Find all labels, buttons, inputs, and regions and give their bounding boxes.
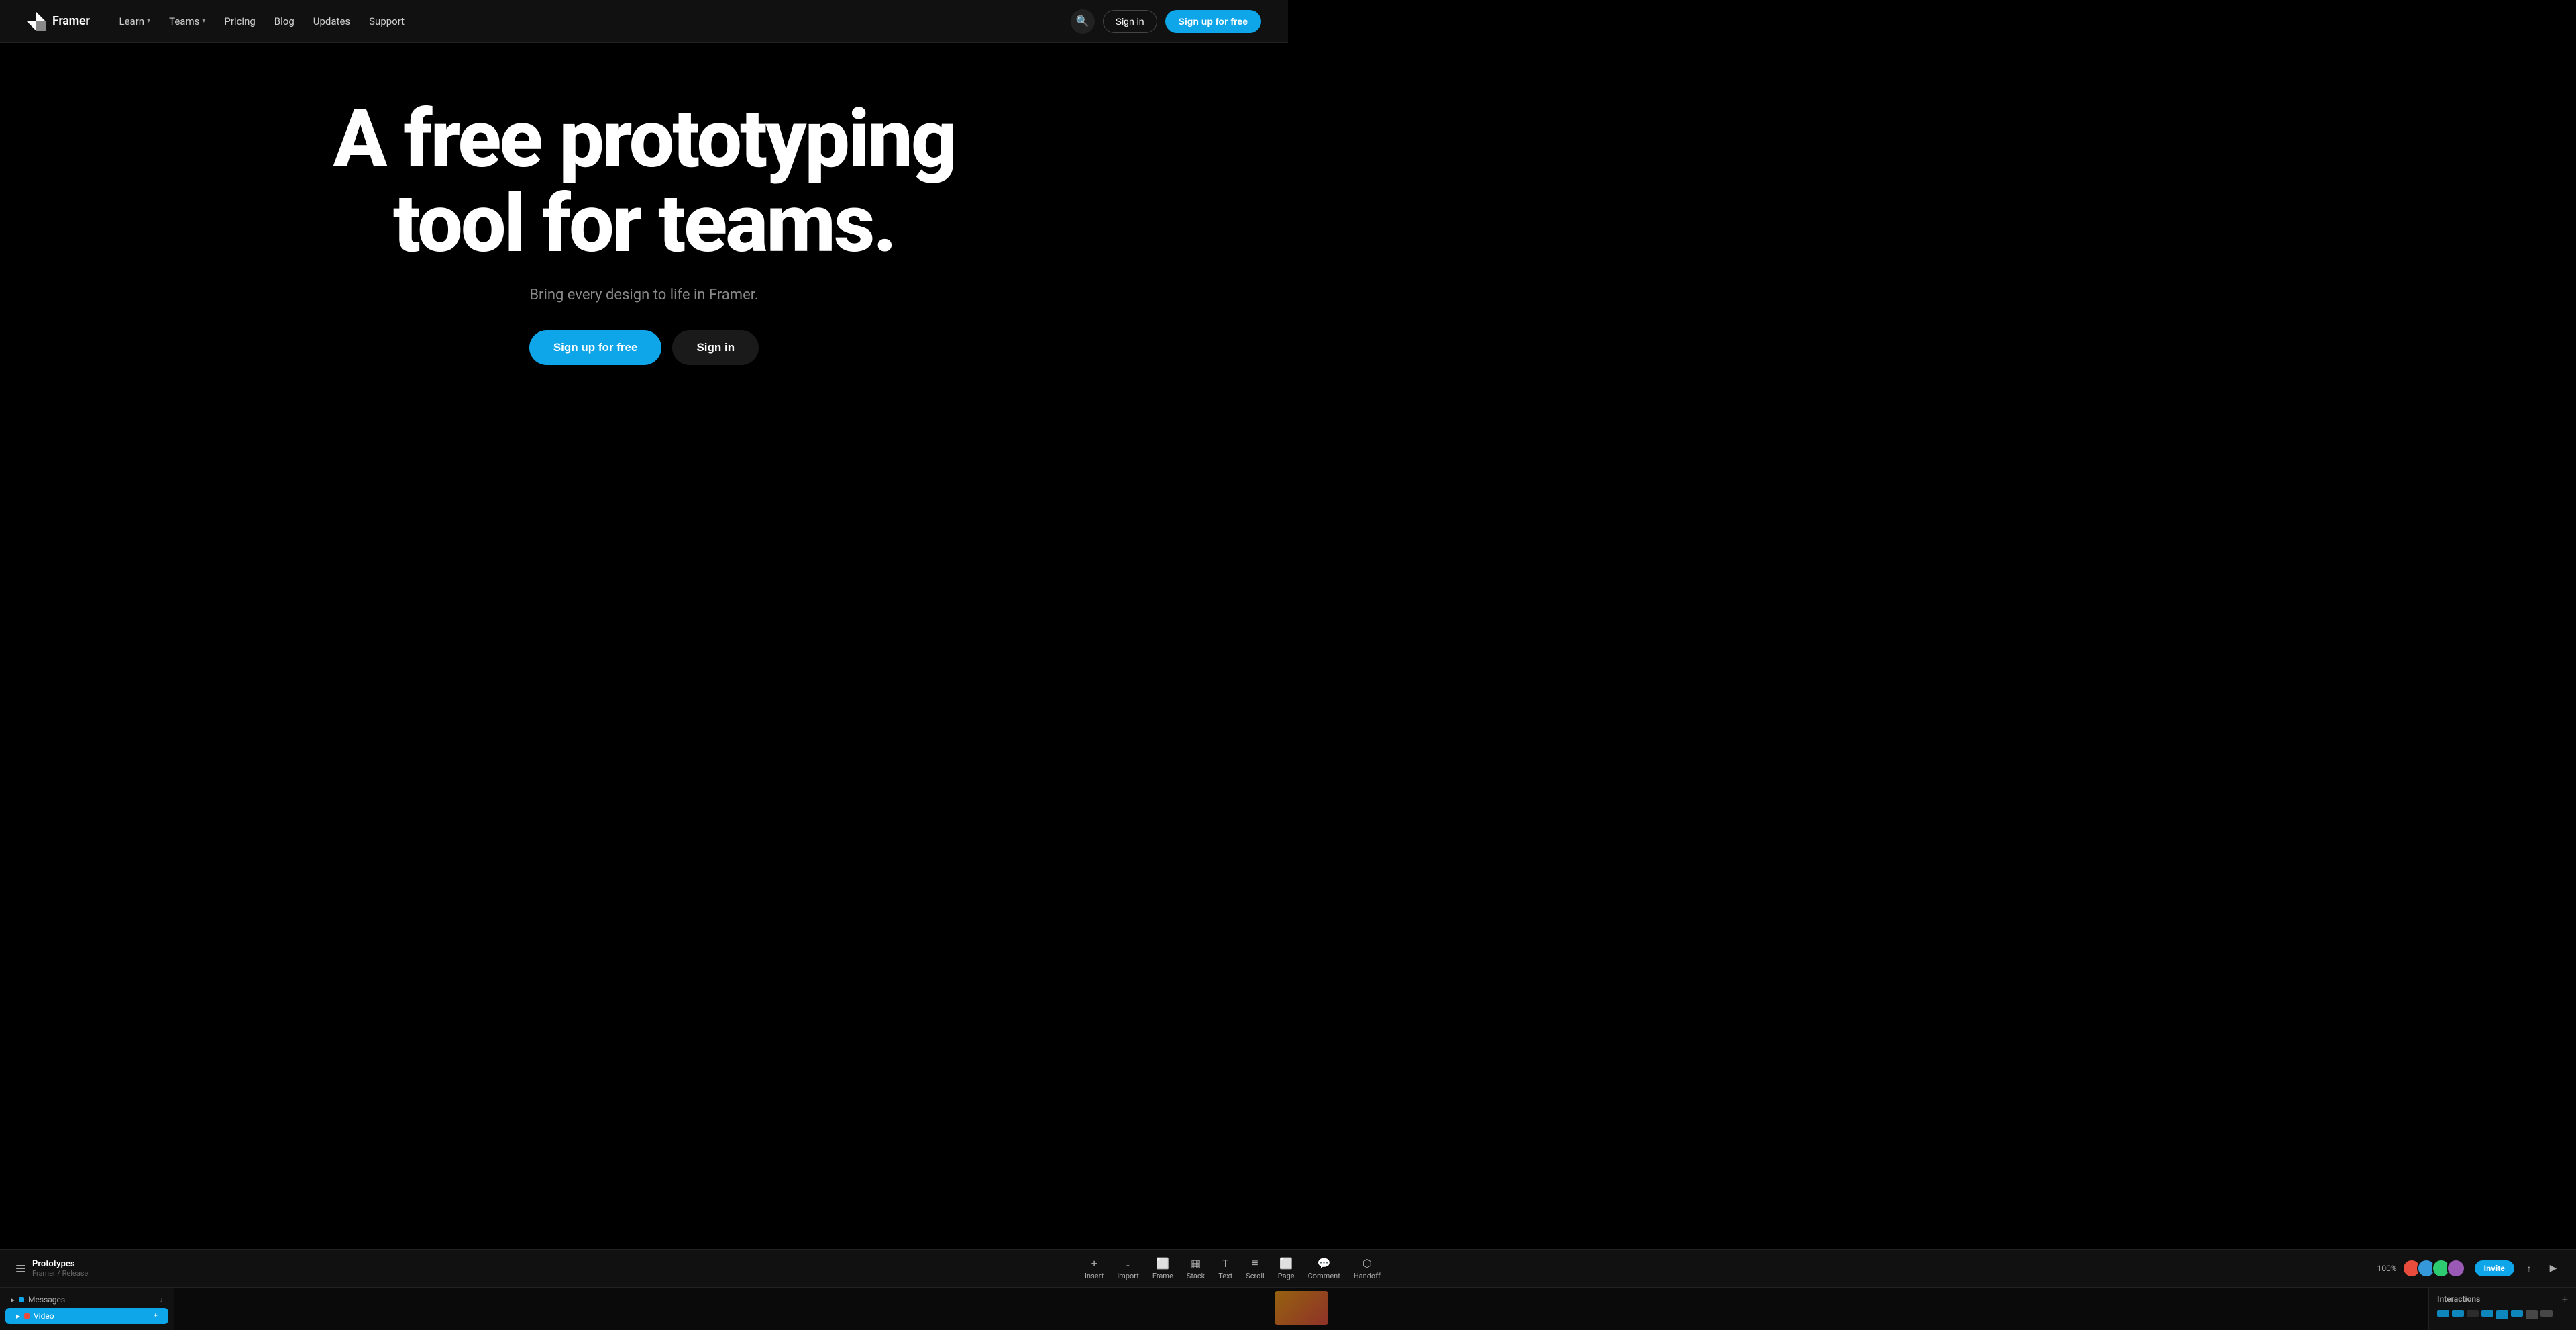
interactions-add-button[interactable]: +: [2562, 1293, 2568, 1306]
arrow-gray-1: [2540, 1310, 2553, 1317]
scroll-icon: ≡: [1252, 1256, 1258, 1270]
toolbar-right: 100% Invite ↑ ▶: [2377, 1259, 2563, 1278]
project-path: Framer / Release: [32, 1269, 88, 1278]
interactions-arrows: [2437, 1310, 2568, 1319]
interactions-title: Interactions: [2437, 1294, 2480, 1304]
layers-panel: ▸ Messages ↓ ▸ Video +: [0, 1288, 174, 1330]
upload-icon: ↑: [2526, 1263, 2531, 1274]
play-icon: ▶: [2550, 1263, 2557, 1274]
preview-thumbnail: [1275, 1291, 1328, 1325]
nav-actions: 🔍 Sign in Sign up for free: [1071, 9, 1261, 34]
comment-icon: 💬: [1318, 1257, 1331, 1270]
tool-comment[interactable]: 💬 Comment: [1308, 1257, 1340, 1280]
nav-signup-button[interactable]: Sign up for free: [1165, 10, 1261, 33]
nav-pricing[interactable]: Pricing: [216, 11, 263, 32]
text-icon: T: [1222, 1257, 1229, 1270]
hero-signin-button[interactable]: Sign in: [672, 330, 759, 365]
handoff-icon: ⬡: [1362, 1257, 1372, 1270]
toolbar: Prototypes Framer / Release + Insert ↓ I…: [0, 1250, 2576, 1288]
panel-bottom: ▸ Messages ↓ ▸ Video + Interactions +: [0, 1288, 2576, 1330]
arrow-teal-1: [2437, 1310, 2449, 1317]
hero-buttons: Sign up for free Sign in: [529, 330, 759, 365]
teams-chevron-icon: ▾: [202, 17, 205, 25]
tool-text[interactable]: T Text: [1218, 1257, 1232, 1280]
layer-frame-icon: [19, 1297, 24, 1302]
tool-scroll[interactable]: ≡ Scroll: [1246, 1256, 1265, 1280]
toolbar-left: Prototypes Framer / Release: [13, 1259, 88, 1278]
nav-updates[interactable]: Updates: [305, 11, 358, 32]
layer-video-icon: [24, 1313, 30, 1319]
menu-button[interactable]: [13, 1262, 28, 1275]
tool-frame[interactable]: ⬜ Frame: [1152, 1257, 1173, 1280]
arrow-teal-tall-1: [2496, 1310, 2508, 1319]
hamburger-line-3: [16, 1271, 25, 1272]
search-icon: 🔍: [1076, 15, 1089, 28]
logo-text: Framer: [52, 14, 90, 28]
tool-insert[interactable]: + Insert: [1085, 1257, 1104, 1280]
nav-support[interactable]: Support: [361, 11, 413, 32]
project-info: Prototypes Framer / Release: [32, 1259, 88, 1278]
arrow-teal-4: [2511, 1310, 2523, 1317]
stack-icon: ▦: [1191, 1257, 1201, 1270]
interactions-panel: Interactions +: [2428, 1288, 2576, 1330]
hamburger-line-2: [16, 1268, 25, 1270]
insert-icon: +: [1091, 1257, 1097, 1270]
layer-expand-icon: ▸: [11, 1295, 15, 1305]
layer-actions-icon: ↓: [160, 1295, 164, 1304]
bottom-area: Prototypes Framer / Release + Insert ↓ I…: [0, 1249, 2576, 1330]
hero-subtitle: Bring every design to life in Framer.: [529, 287, 758, 303]
avatar-group: [2402, 1259, 2465, 1278]
zoom-level: 100%: [2377, 1264, 2397, 1273]
search-button[interactable]: 🔍: [1071, 9, 1095, 34]
interactions-header: Interactions +: [2437, 1293, 2568, 1306]
toolbar-tools: + Insert ↓ Import ⬜ Frame ▦ Stack T Text…: [1085, 1256, 1381, 1280]
arrow-dark-1: [2467, 1310, 2479, 1317]
hero-section: A free prototyping tool for teams. Bring…: [0, 43, 1288, 405]
hero-signup-button[interactable]: Sign up for free: [529, 330, 662, 365]
nav-blog[interactable]: Blog: [266, 11, 303, 32]
hero-title: A free prototyping tool for teams.: [275, 97, 1013, 266]
project-name: Prototypes: [32, 1259, 88, 1269]
arrow-teal-3: [2481, 1310, 2493, 1317]
tool-import[interactable]: ↓ Import: [1117, 1256, 1139, 1280]
layer-expand-active-icon: ▸: [16, 1311, 20, 1321]
learn-chevron-icon: ▾: [147, 17, 150, 25]
arrow-teal-2: [2452, 1310, 2464, 1317]
layer-add-icon: +: [154, 1311, 158, 1320]
tool-handoff[interactable]: ⬡ Handoff: [1354, 1257, 1381, 1280]
tool-page[interactable]: ⬜ Page: [1278, 1257, 1295, 1280]
layer-video[interactable]: ▸ Video +: [5, 1308, 168, 1324]
invite-button[interactable]: Invite: [2475, 1260, 2514, 1276]
layer-messages[interactable]: ▸ Messages ↓: [0, 1292, 174, 1308]
framer-logo-icon: [27, 12, 46, 31]
navigation: Framer Learn ▾ Teams ▾ Pricing Blog Upda…: [0, 0, 1288, 43]
hamburger-line-1: [16, 1265, 25, 1266]
tool-stack[interactable]: ▦ Stack: [1187, 1257, 1205, 1280]
canvas-preview: [174, 1288, 2428, 1330]
nav-links: Learn ▾ Teams ▾ Pricing Blog Updates Sup…: [111, 11, 1071, 32]
frame-icon: ⬜: [1156, 1257, 1169, 1270]
import-icon: ↓: [1126, 1256, 1131, 1270]
avatar-4: [2447, 1259, 2465, 1278]
nav-learn[interactable]: Learn ▾: [111, 11, 159, 32]
page-icon: ⬜: [1279, 1257, 1293, 1270]
nav-signin-button[interactable]: Sign in: [1103, 10, 1157, 33]
nav-teams[interactable]: Teams ▾: [161, 11, 213, 32]
logo[interactable]: Framer: [27, 12, 90, 31]
upload-button[interactable]: ↑: [2520, 1259, 2538, 1278]
arrow-gray-tall: [2526, 1310, 2538, 1319]
preview-button[interactable]: ▶: [2544, 1259, 2563, 1278]
